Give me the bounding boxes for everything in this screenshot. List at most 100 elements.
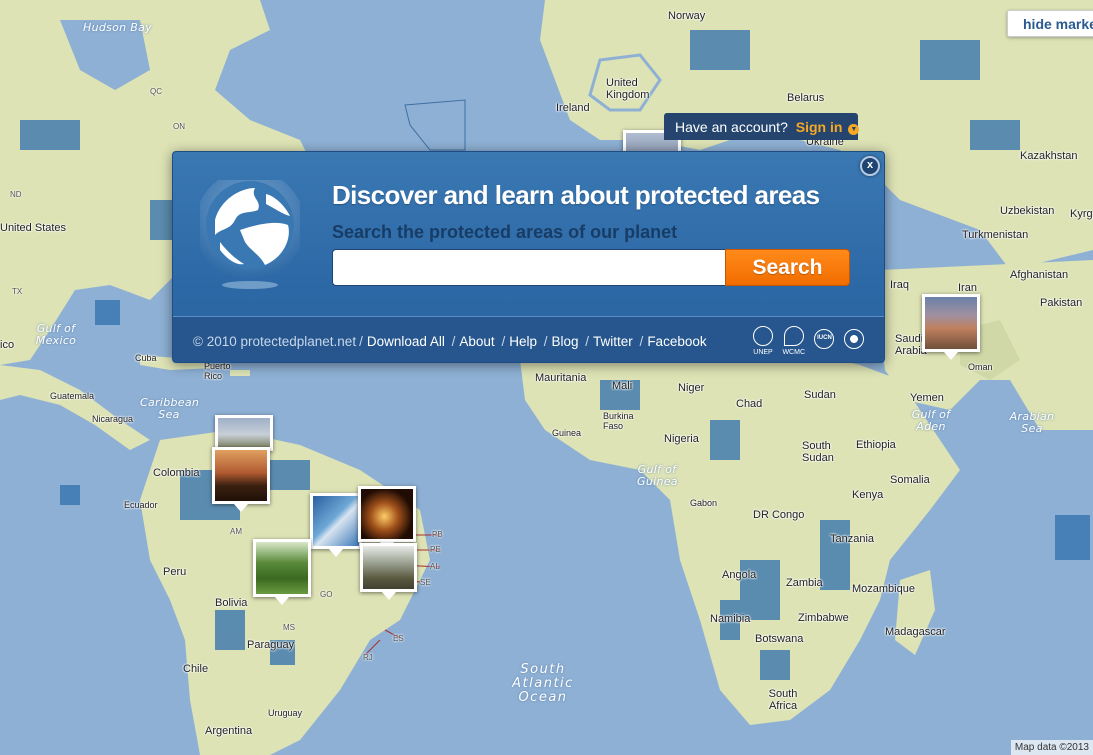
footer-links: © 2010 protectedplanet.net / Download All … — [193, 334, 707, 349]
photo-marker[interactable] — [215, 415, 273, 459]
country-label-south-africa: South Africa — [768, 688, 798, 712]
country-label-mauritania: Mauritania — [535, 372, 587, 384]
sign-in-link[interactable]: Sign in — [796, 119, 843, 135]
state-label: ND — [10, 190, 22, 199]
account-prompt: Have an account? — [675, 119, 788, 135]
state-label: RJ — [363, 653, 373, 662]
country-label-burkina-faso: Burkina Faso — [603, 411, 634, 431]
photo-marker[interactable] — [253, 539, 311, 605]
country-label-niger: Niger — [678, 382, 705, 394]
country-label-zambia: Zambia — [786, 577, 823, 589]
ocean-label-gulf-of-aden: Gulf of Aden — [911, 408, 951, 433]
globe-icon — [200, 180, 300, 289]
country-label-chad: Chad — [736, 398, 763, 410]
country-label-uruguay: Uruguay — [268, 708, 303, 718]
ocean-label-caribbean-sea: Caribbean Sea — [140, 396, 200, 421]
hide-markers-button[interactable]: hide markers — [1007, 10, 1093, 37]
country-label-cuba: Cuba — [135, 353, 157, 363]
country-label-iraq: Iraq — [890, 279, 909, 291]
country-label-uzbekistan: Uzbekistan — [1000, 205, 1055, 217]
country-label-somalia: Somalia — [890, 474, 930, 486]
country-label-iran: Iran — [958, 282, 977, 294]
country-label-peru: Peru — [163, 566, 187, 578]
country-label-nigeria: Nigeria — [664, 433, 699, 445]
ocean-label-hudson-bay: Hudson Bay — [83, 21, 152, 34]
country-label-norway: Norway — [668, 10, 706, 22]
state-label: AL — [430, 562, 440, 571]
search-button[interactable]: Search — [725, 249, 850, 286]
ocean-label-arabian-sea: Arabian Sea — [1009, 410, 1055, 435]
state-label: SE — [420, 578, 431, 587]
country-label-ecuador: Ecuador — [124, 500, 158, 510]
state-label: TX — [12, 287, 23, 296]
ocean-label-gulf-of-guinea: Gulf of Guinea — [637, 463, 678, 488]
country-label-uk: United Kingdom — [606, 77, 650, 101]
state-label: GO — [320, 590, 333, 599]
state-label: ON — [173, 122, 185, 131]
country-label-zimbabwe: Zimbabwe — [798, 612, 849, 624]
download-all-link[interactable]: Download All — [367, 334, 445, 349]
blog-link[interactable]: Blog — [551, 334, 578, 349]
country-label-turkmenistan: Turkmenistan — [962, 229, 1029, 241]
help-link[interactable]: Help — [509, 334, 537, 349]
unep-logo[interactable]: UNEP — [753, 326, 773, 357]
ocean-label-south-atlantic: South Atlantic Ocean — [512, 662, 574, 705]
country-label-argentina: Argentina — [205, 725, 253, 737]
ocean-label-gulf-of-mexico: Gulf of Mexico — [35, 322, 77, 347]
copyright-text: © 2010 protectedplanet.net — [193, 334, 357, 349]
country-label-botswana: Botswana — [755, 633, 804, 645]
state-label: ES — [393, 634, 404, 643]
partner-globe-logo[interactable] — [843, 329, 864, 352]
country-label-afghanistan: Afghanistan — [1010, 269, 1069, 281]
state-label: PB — [432, 530, 443, 539]
country-label-mozambique: Mozambique — [852, 583, 915, 595]
state-label: PE — [430, 545, 441, 554]
country-label-guinea: Guinea — [552, 428, 582, 438]
country-label-kazakhstan: Kazakhstan — [1020, 150, 1078, 162]
country-label-yemen: Yemen — [910, 392, 944, 404]
state-label: AM — [230, 527, 242, 536]
country-label-namibia: Namibia — [710, 613, 751, 625]
country-label-angola: Angola — [722, 569, 757, 581]
partner-logos: UNEP WCMC IUCN — [753, 326, 869, 357]
country-label-tanzania: Tanzania — [830, 533, 875, 545]
account-bar: Have an account? Sign in ▼ — [664, 113, 860, 140]
about-link[interactable]: About — [459, 334, 494, 349]
country-label-chile: Chile — [183, 663, 209, 675]
photo-marker[interactable] — [360, 543, 417, 600]
country-label-bolivia: Bolivia — [215, 597, 248, 609]
state-label: MS — [283, 623, 295, 632]
country-label-paraguay: Paraguay — [247, 639, 295, 651]
country-label-sudan: Sudan — [804, 389, 836, 401]
country-label-mexico-fragment: ico — [0, 339, 15, 351]
country-label-pakistan: Pakistan — [1040, 297, 1083, 309]
wcmc-logo[interactable]: WCMC — [782, 326, 805, 357]
search-input[interactable] — [332, 249, 726, 286]
map-attribution: Map data ©2013 — [1010, 740, 1093, 755]
facebook-link[interactable]: Facebook — [647, 334, 706, 349]
photo-marker[interactable] — [358, 486, 416, 550]
photo-marker[interactable] — [310, 493, 362, 557]
country-label-ethiopia: Ethiopia — [856, 439, 896, 451]
country-label-puerto-rico: Puerto Rico — [204, 361, 231, 381]
iucn-logo[interactable]: IUCN — [814, 329, 835, 349]
country-label-kyrgyzstan: Kyrgyzstan — [1070, 208, 1093, 220]
twitter-link[interactable]: Twitter — [593, 334, 633, 349]
country-label-madagascar: Madagascar — [885, 626, 946, 638]
panel-subhead: Search the protected areas of our planet — [332, 222, 678, 242]
country-label-belarus: Belarus — [787, 92, 825, 104]
country-label-kenya: Kenya — [852, 489, 884, 501]
country-label-oman: Oman — [968, 362, 993, 372]
country-label-gabon: Gabon — [690, 498, 718, 508]
chevron-down-icon[interactable]: ▼ — [848, 124, 860, 135]
panel-headline: Discover and learn about protected areas — [332, 180, 820, 210]
country-label-ireland: Ireland — [556, 102, 590, 114]
country-label-south-sudan: South Sudan — [802, 440, 834, 464]
photo-marker[interactable] — [922, 294, 980, 360]
close-panel-button[interactable]: x — [860, 156, 880, 176]
photo-marker[interactable] — [212, 447, 270, 512]
country-label-united-states: United States — [0, 222, 67, 234]
state-label: QC — [150, 87, 162, 96]
country-label-guatemala: Guatemala — [50, 391, 95, 401]
country-label-colombia: Colombia — [153, 467, 200, 479]
